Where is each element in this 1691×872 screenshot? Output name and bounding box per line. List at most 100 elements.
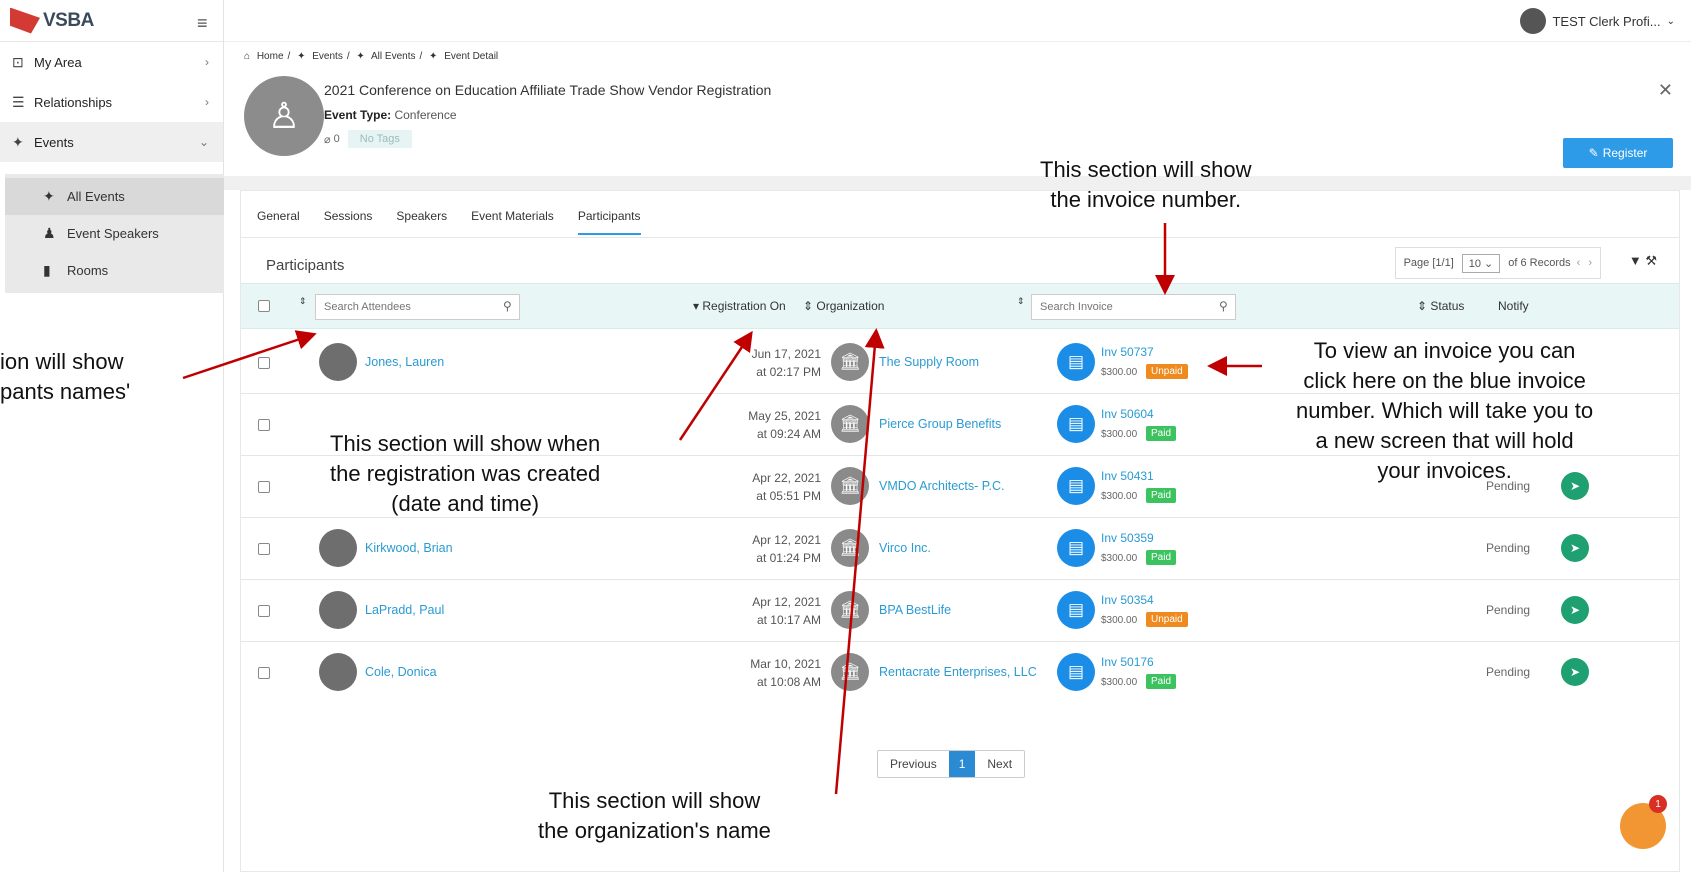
hamburger-menu-icon[interactable]: ≡ [197, 13, 208, 34]
user-menu[interactable]: TEST Clerk Profi... ⌄ [1520, 8, 1675, 34]
organization-name[interactable]: BPA BestLife [879, 603, 951, 617]
organization-name[interactable]: VMDO Architects- P.C. [879, 479, 1005, 493]
register-label: Register [1602, 146, 1648, 160]
tab-sessions[interactable]: Sessions [324, 209, 373, 235]
participant-name[interactable]: Kirkwood, Brian [365, 541, 453, 555]
sort-icon[interactable]: ⇕ [1017, 296, 1025, 307]
sidebar-item-label: Relationships [34, 94, 113, 110]
payment-badge: Paid [1146, 488, 1177, 503]
row-checkbox[interactable] [258, 357, 270, 369]
breadcrumb-all-events[interactable]: All Events [371, 51, 415, 62]
annotation-registration: This section will show when the registra… [330, 431, 601, 516]
organization-name[interactable]: Rentacrate Enterprises, LLC [879, 665, 1037, 679]
avatar [319, 653, 357, 691]
previous-button[interactable]: Previous [878, 751, 949, 777]
tab-general[interactable]: General [257, 209, 300, 235]
row-checkbox[interactable] [258, 605, 270, 617]
invoice-number[interactable]: Inv 50431 [1101, 469, 1154, 483]
sidebar-item-events[interactable]: ✦ Events ⌄ [0, 122, 223, 162]
invoice-number[interactable]: Inv 50604 [1101, 407, 1154, 421]
registration-date: Mar 10, 2021 at 10:08 AM [750, 657, 821, 689]
filter-icon[interactable]: ▼ [1629, 253, 1642, 268]
send-notify-button[interactable]: ➤ [1561, 534, 1589, 562]
no-tags-badge[interactable]: No Tags [347, 130, 412, 148]
sort-icon[interactable]: ⇕ [299, 296, 307, 307]
invoice-number[interactable]: Inv 50359 [1101, 531, 1154, 545]
invoice-icon: ▤ [1057, 343, 1095, 381]
bank-icon: 🏛 [831, 591, 869, 629]
section-title: Participants [266, 257, 345, 274]
avatar [319, 343, 357, 381]
payment-badge: Paid [1146, 550, 1177, 565]
column-registration-on[interactable]: ▾ Registration On [693, 299, 786, 313]
registration-date: May 25, 2021 at 09:24 AM [748, 409, 821, 441]
payment-badge: Paid [1146, 426, 1177, 441]
row-checkbox[interactable] [258, 667, 270, 679]
event-title: 2021 Conference on Education Affiliate T… [324, 82, 772, 98]
search-icon: ⚲ [503, 299, 512, 313]
chevron-right-icon[interactable]: › [1588, 257, 1592, 269]
tab-participants[interactable]: Participants [577, 209, 641, 235]
sidebar-subitem-rooms[interactable]: ▮ Rooms [5, 252, 224, 289]
section-separator [224, 176, 1691, 190]
page-1-button[interactable]: 1 [948, 751, 976, 777]
pagination: Previous 1 Next [877, 750, 1026, 778]
participants-card: General Sessions Speakers Event Material… [240, 190, 1680, 872]
sidebar-item-label: My Area [34, 54, 82, 70]
tab-speakers[interactable]: Speakers [396, 209, 447, 235]
participant-name[interactable]: LaPradd, Paul [365, 603, 444, 617]
registration-date: Apr 12, 2021 at 01:24 PM [752, 533, 821, 565]
sidebar-subitem-all-events[interactable]: ✦ All Events [5, 178, 224, 215]
topbar: TEST Clerk Profi... ⌄ [224, 0, 1691, 42]
next-button[interactable]: Next [975, 751, 1024, 777]
breadcrumb-home[interactable]: Home [257, 51, 284, 62]
podium-icon: ✦ [12, 133, 24, 150]
row-checkbox[interactable] [258, 481, 270, 493]
event-tags: ⌀ 0 No Tags [324, 130, 412, 148]
close-icon[interactable]: ✕ [1658, 80, 1673, 101]
breadcrumb-event-detail: Event Detail [444, 51, 499, 62]
send-notify-button[interactable]: ➤ [1561, 658, 1589, 686]
bank-icon: 🏛 [831, 653, 869, 691]
annotation-organization: This section will show the organization'… [538, 788, 771, 843]
tab-event-materials[interactable]: Event Materials [471, 209, 554, 235]
sidebar-item-my-area[interactable]: ⊡ My Area › [0, 42, 223, 82]
column-organization[interactable]: ⇕ Organization [803, 299, 884, 313]
register-button[interactable]: ✎ Register [1563, 138, 1673, 168]
registration-date: Apr 22, 2021 at 05:51 PM [752, 471, 821, 503]
participant-name[interactable]: Cole, Donica [365, 665, 437, 679]
event-type-label: Event Type: [324, 108, 392, 122]
tag-icon: ⌀ [324, 133, 331, 146]
sidebar-subitem-event-speakers[interactable]: ♟ Event Speakers [5, 215, 224, 252]
column-status[interactable]: ⇕ Status [1417, 299, 1464, 313]
invoice-number[interactable]: Inv 50176 [1101, 655, 1154, 669]
invoice-icon: ▤ [1057, 591, 1095, 629]
wrench-icon[interactable]: ⚒ [1645, 253, 1657, 268]
logo[interactable]: VSBA [0, 0, 223, 42]
per-page-select[interactable]: 10 ⌄ [1461, 253, 1501, 273]
home-icon: ⌂ [244, 51, 251, 62]
organization-name[interactable]: Virco Inc. [879, 541, 931, 555]
organization-name[interactable]: Pierce Group Benefits [879, 417, 1001, 431]
chevron-down-icon: ⌄ [1666, 15, 1675, 27]
search-invoice-input[interactable] [1031, 294, 1236, 320]
row-checkbox[interactable] [258, 543, 270, 555]
breadcrumb-events[interactable]: Events [312, 51, 343, 62]
event-type: Event Type: Conference [324, 108, 457, 122]
row-checkbox[interactable] [258, 419, 270, 431]
invoice-icon: ▤ [1057, 653, 1095, 691]
search-attendees-input[interactable] [315, 294, 520, 320]
event-tabs: General Sessions Speakers Event Material… [257, 209, 665, 235]
chevron-left-icon[interactable]: ‹ [1577, 257, 1581, 269]
select-all-checkbox[interactable] [258, 300, 270, 312]
sidebar-item-relationships[interactable]: ☰ Relationships › [0, 82, 223, 122]
invoice-number[interactable]: Inv 50737 [1101, 345, 1154, 359]
breadcrumb: ⌂ Home / ✦ Events / ✦ All Events / ✦ Event … [244, 51, 499, 62]
sidebar-subitem-label: Rooms [67, 263, 109, 278]
avatar [319, 529, 357, 567]
participant-name[interactable]: Jones, Lauren [365, 355, 444, 369]
chevron-right-icon: › [205, 95, 209, 109]
organization-name[interactable]: The Supply Room [879, 355, 979, 369]
send-notify-button[interactable]: ➤ [1561, 596, 1589, 624]
invoice-number[interactable]: Inv 50354 [1101, 593, 1154, 607]
